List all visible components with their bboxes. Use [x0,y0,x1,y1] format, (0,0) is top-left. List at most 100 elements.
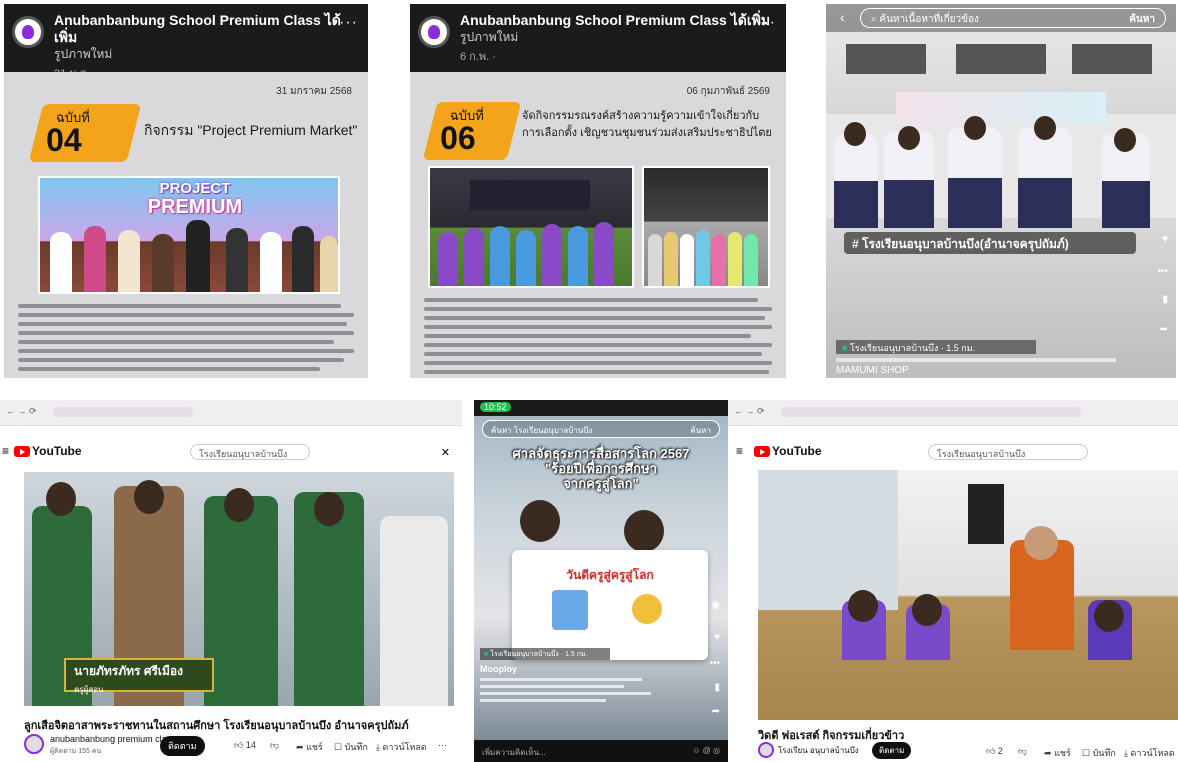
window [846,44,926,74]
like-button[interactable]: 👍︎ 2 [986,746,1003,757]
menu-icon[interactable]: ≡ [2,444,9,458]
thumb-up-icon: 👍︎ [986,746,996,756]
page-name[interactable]: Anubanbanbung School Premium Class [54,12,321,28]
student [204,496,278,706]
caption-name: นายภัทรภัทร ศรีเมือง [74,664,183,678]
person [712,234,726,286]
person [594,222,614,286]
search-input[interactable]: โรงเรียนอนุบาลบ้านบึง [928,444,1088,460]
person [320,236,338,292]
download-button[interactable]: ⤓ ดาวน์โหลด [1124,746,1175,760]
name-caption: นายภัทรภัทร ศรีเมือง ครูผู้สอน [64,658,214,694]
forward-icon[interactable]: → [18,406,27,416]
person [542,224,562,286]
search-button[interactable]: ค้นหา [1129,12,1155,27]
student [1018,128,1072,228]
post-header: Anubanbanbung School Premium Class ได้เพ… [410,4,786,72]
back-icon[interactable]: ‹ [840,9,845,25]
school-logo-avatar[interactable] [12,16,44,48]
reload-icon[interactable]: ⟳ [29,406,37,416]
tiktok-top-bar: ‹ ⌕ ค้นหาเนื้อหาที่เกี่ยวข้อง ค้นหา [826,4,1176,32]
download-button[interactable]: ⤓ ดาวน์โหลด [376,740,427,754]
article-text [424,298,772,378]
banner-text-2: PREMIUM [147,196,243,218]
close-icon[interactable]: ✕ [441,446,450,459]
facebook-post-1[interactable]: Anubanbanbung School Premium Class ได้เพ… [4,4,368,378]
share-icon[interactable]: ➦ [712,706,720,717]
person [226,228,248,292]
search-input[interactable]: ค้นหา โรงเรียนอนุบาลบ้านบึง ค้นหา [482,420,720,438]
more-options-icon[interactable]: ··· [339,14,358,32]
comment-bar[interactable]: เพิ่มความคิดเห็น... ☺ @ ◎ [474,740,728,762]
share-button[interactable]: ➦ แชร์ [296,740,323,754]
youtube-logo[interactable]: YouTube [14,444,82,458]
school-logo-avatar[interactable] [418,16,450,48]
video-player[interactable] [758,470,1178,720]
search-input[interactable]: ⌕ ค้นหาเนื้อหาที่เกี่ยวข้อง ค้นหา [860,8,1166,28]
browser-bar: ← → ⟳ [0,400,462,426]
student-head [1094,600,1124,632]
forward-icon[interactable]: → [746,406,755,416]
channel-name[interactable]: anubanbanbung premium class [50,734,176,744]
hashtag-label[interactable]: # โรงเรียนอนุบาลบ้านบึง(อำนาจครุปถัมภ์) [844,232,1136,254]
address-bar[interactable] [781,406,1082,417]
search-input[interactable]: โรงเรียนอนุบาลบ้านบึง [190,444,310,460]
location-chip[interactable]: ■ โรงเรียนอนุบาลบ้านบึง · 1.5 กม. [836,340,1036,354]
channel-name[interactable]: โรงเรียน อนุบาลบ้านบึง [778,744,859,757]
address-bar[interactable] [53,406,194,417]
certificate-card: วันดีครูสู่ครูสู่โลก [512,550,708,660]
search-text: ค้นหา โรงเรียนอนุบาลบ้านบึง [491,426,593,435]
person [118,230,140,292]
like-button[interactable]: 👍︎ 14 [234,740,256,751]
facebook-post-2[interactable]: Anubanbanbung School Premium Class ได้เพ… [410,4,786,378]
tiktok-video-2[interactable]: 10:52 ค้นหา โรงเรียนอนุบาลบ้านบึง ค้นหา ศ… [474,400,728,762]
like-icon[interactable]: ♥ [1162,234,1168,245]
tiktok-video-1[interactable]: ‹ ⌕ ค้นหาเนื้อหาที่เกี่ยวข้อง ค้นหา # โร… [826,4,1176,378]
back-icon[interactable]: ← [734,406,743,416]
student-head [314,492,344,526]
caption-role: ครูผู้สอน [74,685,104,694]
location-chip[interactable]: ■ โรงเรียนอนุบาลบ้านบึง · 1.5 กม. [480,648,610,660]
person [464,228,484,286]
youtube-video-1[interactable]: ← → ⟳ ≡ YouTube โรงเรียนอนุบาลบ้านบึง ✕ … [0,400,462,762]
channel-avatar[interactable] [24,734,44,754]
person [744,234,758,286]
newsletter-image[interactable]: 06 กุมภาพันธ์ 2569 ฉบับที่ 06 จัดกิจกรรม… [410,72,786,378]
share-button[interactable]: ➦ แชร์ [1044,746,1071,760]
post-time[interactable]: 6 ก.พ. · [460,47,778,65]
save-button[interactable]: ☐ บันทึก [1082,746,1116,760]
student-head [912,594,942,626]
video-player[interactable]: นายภัทรภัทร ศรีเมือง ครูผู้สอน [24,472,454,706]
emoji-icon[interactable]: ☺ @ ◎ [692,746,720,755]
like-icon[interactable]: ♥ [714,632,720,643]
video-title: ลูกเสือจิตอาสาพระราชทานในสถานศึกษา โรงเร… [24,720,409,732]
channel-avatar[interactable] [758,742,774,758]
person [696,230,710,286]
more-options-icon[interactable]: ⋯ [438,740,447,751]
bookmark-icon[interactable]: ▮ [714,682,720,693]
save-button[interactable]: ☐ บันทึก [334,740,368,754]
back-icon[interactable]: ← [6,406,15,416]
reload-icon[interactable]: ⟳ [757,406,765,416]
username[interactable]: Mooploy [480,664,517,674]
comment-icon[interactable]: ••• [709,658,720,669]
comment-icon[interactable]: ••• [1157,266,1168,277]
person [648,234,662,286]
subscribe-button[interactable]: ติดตาม [160,736,205,756]
newsletter-image[interactable]: 31 มกราคม 2568 ฉบับที่ 04 กิจกรรม "Proje… [4,72,368,378]
dislike-icon[interactable]: 👎︎ [1018,746,1027,757]
menu-icon[interactable]: ≡ [736,444,743,458]
search-button[interactable]: ค้นหา [690,424,711,437]
subscribe-button[interactable]: ติดตาม [872,742,912,759]
dislike-icon[interactable]: 👎︎ [270,740,279,751]
bookmark-icon[interactable]: ▮ [1162,294,1168,305]
youtube-video-2[interactable]: ← → ⟳ ≡ YouTube โรงเรียนอนุบาลบ้านบึง วิ… [728,400,1178,762]
share-label: แชร์ [306,742,323,752]
card-illustration [552,590,588,630]
page-name[interactable]: Anubanbanbung School Premium Class [460,12,727,28]
share-icon[interactable]: ➦ [1160,324,1168,335]
youtube-logo[interactable]: YouTube [754,444,822,458]
avatar[interactable]: ◉ [711,600,720,611]
more-options-icon[interactable]: ··· [757,14,776,32]
share-icon: ➦ [1044,748,1052,758]
